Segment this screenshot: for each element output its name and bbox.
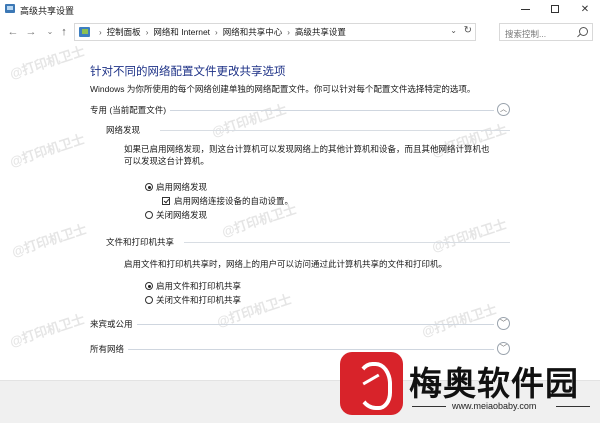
up-button[interactable]: ↑ bbox=[57, 25, 71, 39]
divider bbox=[556, 406, 590, 407]
close-icon: ✕ bbox=[580, 3, 590, 15]
chevron-right-icon[interactable]: › bbox=[287, 28, 290, 37]
radio-selected-icon[interactable] bbox=[145, 183, 153, 191]
network-discovery-heading: 网络发现 bbox=[106, 125, 141, 135]
watermark: @打印机卫士 bbox=[7, 311, 87, 350]
section-private-profile[interactable]: 专用 (当前配置文件) ︿ bbox=[90, 103, 510, 117]
radio-unselected-icon[interactable] bbox=[145, 211, 153, 219]
brand-name: 梅奥软件园 bbox=[409, 365, 579, 402]
divider bbox=[160, 130, 510, 131]
option-label: 启用网络连接设备的自动设置。 bbox=[174, 196, 294, 206]
recent-locations-icon[interactable]: ⌄ bbox=[43, 25, 57, 39]
option-label: 启用网络发现 bbox=[156, 182, 208, 192]
control-panel-icon bbox=[79, 27, 90, 37]
control-panel-icon bbox=[5, 4, 15, 13]
option-label: 关闭网络发现 bbox=[156, 210, 208, 220]
section-label: 所有网络 bbox=[90, 343, 129, 355]
chevron-down-icon[interactable]: ﹀ bbox=[497, 342, 510, 355]
section-label: 专用 (当前配置文件) bbox=[90, 104, 171, 116]
description-line: 可以发现这台计算机。 bbox=[124, 156, 210, 166]
close-button[interactable]: ✕ bbox=[570, 0, 600, 18]
option-label: 关闭文件和打印机共享 bbox=[156, 295, 242, 305]
breadcrumb-advanced-sharing[interactable]: 高级共享设置 bbox=[295, 26, 346, 38]
divider bbox=[90, 324, 494, 325]
radio-selected-icon[interactable] bbox=[145, 282, 153, 290]
file-printer-sharing-heading: 文件和打印机共享 bbox=[106, 237, 175, 247]
radio-disable-file-sharing[interactable]: 关闭文件和打印机共享 bbox=[145, 294, 241, 306]
chevron-right-icon[interactable]: › bbox=[146, 28, 149, 37]
chevron-down-icon[interactable]: ⌄ bbox=[450, 26, 457, 35]
search-icon[interactable] bbox=[579, 27, 588, 36]
divider bbox=[412, 406, 446, 407]
section-label: 来宾或公用 bbox=[90, 318, 137, 330]
radio-enable-network-discovery[interactable]: 启用网络发现 bbox=[145, 181, 207, 193]
section-guest-public[interactable]: 来宾或公用 ﹀ bbox=[90, 317, 510, 331]
file-printer-sharing-description: 启用文件和打印机共享时，网络上的用户可以访问通过此计算机共享的文件和打印机。 bbox=[124, 259, 448, 269]
page-intro: Windows 为你所使用的每个网络创建单独的网络配置文件。你可以针对每个配置文… bbox=[90, 84, 476, 94]
radio-enable-file-sharing[interactable]: 启用文件和打印机共享 bbox=[145, 280, 241, 292]
network-discovery-description: 如果已启用网络发现，则这台计算机可以发现网络上的其他计算机和设备，而且其他网络计… bbox=[124, 143, 490, 167]
option-label: 启用文件和打印机共享 bbox=[156, 281, 242, 291]
forward-button[interactable]: → bbox=[24, 25, 38, 39]
refresh-icon[interactable]: ↻ bbox=[464, 25, 472, 36]
checkbox-checked-icon[interactable] bbox=[162, 197, 170, 205]
search-input[interactable]: 搜索控制... bbox=[499, 23, 593, 41]
watermark: @打印机卫士 bbox=[7, 131, 87, 170]
window-title: 高级共享设置 bbox=[20, 6, 75, 16]
search-placeholder: 搜索控制... bbox=[505, 29, 547, 39]
description-line: 如果已启用网络发现，则这台计算机可以发现网络上的其他计算机和设备，而且其他网络计… bbox=[124, 144, 490, 154]
address-bar[interactable]: › 控制面板 › 网络和 Internet › 网络和共享中心 › 高级共享设置… bbox=[74, 23, 476, 41]
watermark: @打印机卫士 bbox=[9, 221, 89, 260]
maximize-button[interactable] bbox=[540, 0, 570, 18]
checkbox-auto-setup[interactable]: 启用网络连接设备的自动设置。 bbox=[162, 195, 293, 207]
divider bbox=[90, 349, 494, 350]
dragon-logo-icon bbox=[340, 352, 403, 415]
back-button[interactable]: ← bbox=[6, 25, 20, 39]
navigation-bar: ← → ⌄ ↑ › 控制面板 › 网络和 Internet › 网络和共享中心 … bbox=[0, 22, 600, 42]
breadcrumb-network-sharing-center[interactable]: 网络和共享中心 bbox=[223, 26, 283, 38]
watermark: @打印机卫士 bbox=[429, 216, 509, 255]
breadcrumb-network-internet[interactable]: 网络和 Internet bbox=[153, 26, 210, 38]
maximize-icon bbox=[551, 5, 559, 13]
breadcrumb-control-panel[interactable]: 控制面板 bbox=[107, 26, 141, 38]
divider bbox=[184, 242, 510, 243]
radio-disable-network-discovery[interactable]: 关闭网络发现 bbox=[145, 209, 207, 221]
section-all-networks[interactable]: 所有网络 ﹀ bbox=[90, 342, 510, 356]
minimize-icon bbox=[520, 8, 530, 10]
minimize-button[interactable] bbox=[510, 0, 540, 18]
brand-url: www.meiaobaby.com bbox=[452, 401, 537, 411]
chevron-up-icon[interactable]: ︿ bbox=[497, 103, 510, 116]
chevron-down-icon[interactable]: ﹀ bbox=[497, 317, 510, 330]
title-bar: 高级共享设置 ✕ bbox=[0, 0, 600, 18]
radio-unselected-icon[interactable] bbox=[145, 296, 153, 304]
chevron-right-icon[interactable]: › bbox=[99, 28, 102, 37]
watermark: @打印机卫士 bbox=[7, 43, 87, 82]
page-title: 针对不同的网络配置文件更改共享选项 bbox=[90, 66, 286, 78]
chevron-right-icon[interactable]: › bbox=[215, 28, 218, 37]
